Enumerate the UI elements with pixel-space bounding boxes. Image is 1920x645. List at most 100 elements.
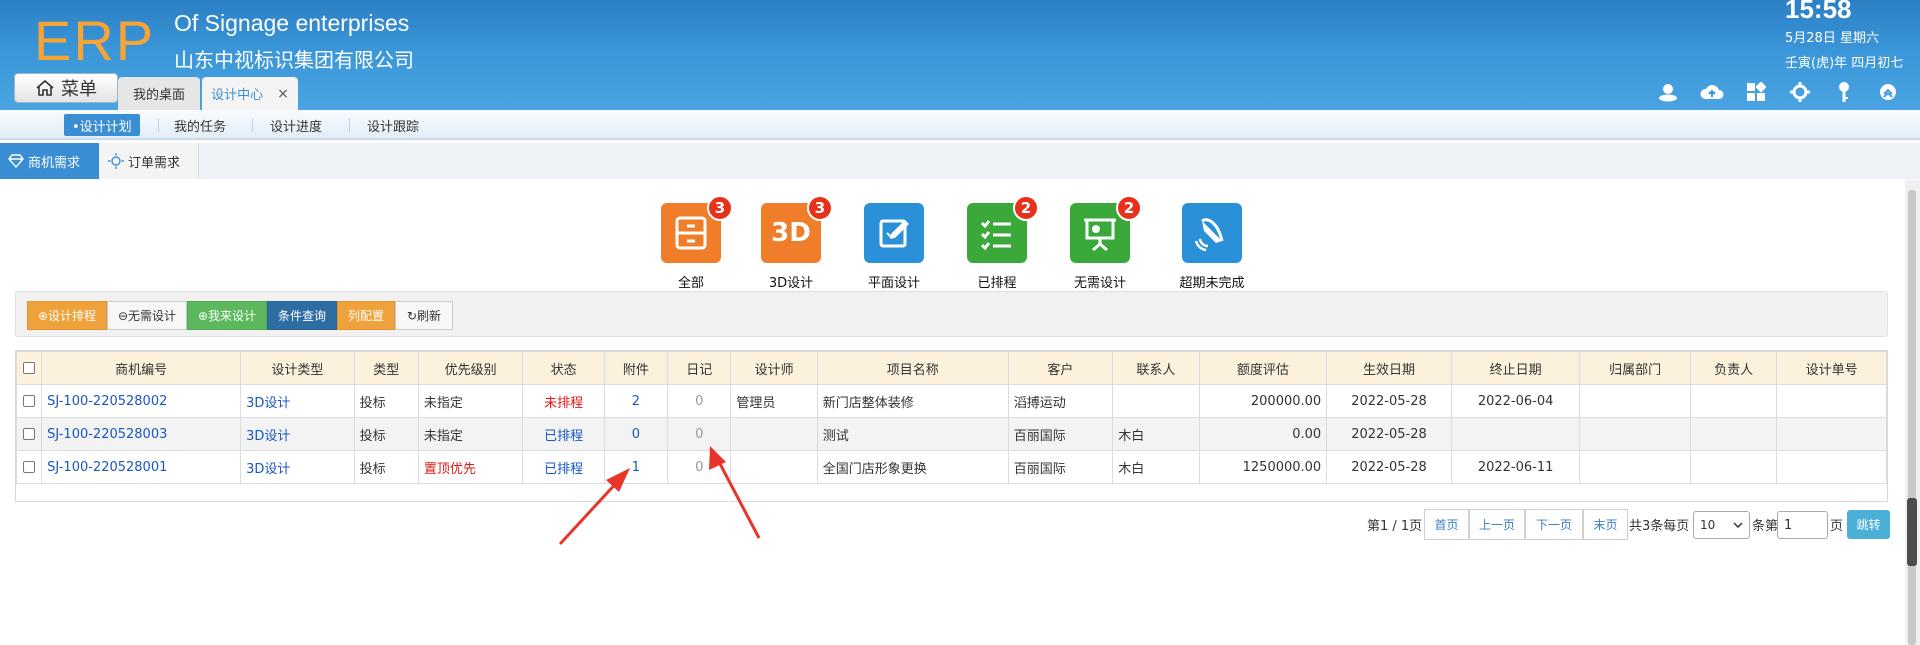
opportunity-id-link[interactable]: SJ-100-220528001 bbox=[41, 450, 242, 484]
project-name-cell: 测试 bbox=[816, 417, 1009, 451]
column-header[interactable]: 客户 bbox=[1007, 351, 1114, 385]
opportunity-table: 商机编号 设计类型 类型 优先级别 状态 附件 日记 设计师 项目名称 客户 联… bbox=[15, 351, 1887, 484]
column-header[interactable]: 设计类型 bbox=[240, 351, 355, 385]
row-select-cell[interactable] bbox=[15, 450, 43, 484]
column-header[interactable]: 额度评估 bbox=[1198, 351, 1328, 385]
tab-order-demand[interactable]: 订单需求 bbox=[100, 143, 199, 179]
opportunity-id-link[interactable]: SJ-100-220528003 bbox=[41, 417, 242, 451]
prev-page-button[interactable]: 上一页 bbox=[1469, 509, 1525, 540]
checklist-icon: 2 bbox=[967, 195, 1039, 263]
row-select-cell[interactable] bbox=[15, 417, 43, 451]
tile-flat-design[interactable]: 平面设计 bbox=[839, 203, 949, 291]
erp-logo: ERP bbox=[34, 9, 156, 72]
gear-icon[interactable] bbox=[1788, 80, 1812, 104]
column-header[interactable]: 状态 bbox=[522, 351, 605, 385]
table-row[interactable]: SJ-100-220528003 3D设计 投标 未指定 已排程 0 0 测试 … bbox=[15, 417, 1887, 451]
select-all-checkbox[interactable] bbox=[23, 362, 36, 374]
jump-button[interactable]: 跳转 bbox=[1847, 510, 1890, 539]
goto-prefix-label: 条第 bbox=[1752, 519, 1779, 534]
scrollbar-grip[interactable] bbox=[1907, 498, 1917, 566]
column-header[interactable]: 设计师 bbox=[730, 351, 818, 385]
customer-cell: 百丽国际 bbox=[1007, 417, 1114, 451]
tab-opportunity-demand[interactable]: 商机需求 bbox=[0, 143, 99, 179]
tile-no-design-needed[interactable]: 2 无需设计 bbox=[1045, 195, 1155, 291]
column-header[interactable]: 商机编号 bbox=[41, 351, 242, 385]
cloud-icon[interactable] bbox=[1700, 80, 1724, 104]
chevron-down-icon bbox=[1733, 522, 1743, 528]
collapse-icon[interactable] bbox=[1876, 80, 1900, 104]
column-header[interactable]: 日记 bbox=[667, 351, 732, 385]
diary-count-link[interactable]: 0 bbox=[667, 417, 732, 451]
design-type-cell: 3D设计 bbox=[240, 384, 355, 418]
schedule-design-button[interactable]: ⊕ 设计排程 bbox=[27, 301, 107, 330]
diary-count-link[interactable]: 0 bbox=[667, 450, 732, 484]
apps-icon[interactable] bbox=[1744, 80, 1768, 104]
refresh-icon: ↻ bbox=[406, 308, 418, 323]
subnav-design-progress[interactable]: 设计进度 bbox=[270, 114, 322, 136]
last-page-button[interactable]: 末页 bbox=[1583, 509, 1628, 540]
subnav-my-tasks[interactable]: 我的任务 bbox=[174, 114, 226, 136]
design-no-cell bbox=[1776, 417, 1887, 451]
column-header[interactable]: 生效日期 bbox=[1326, 351, 1452, 385]
column-config-button[interactable]: 列配置 bbox=[337, 301, 395, 330]
department-cell bbox=[1579, 417, 1691, 451]
tile-all[interactable]: 3 全部 bbox=[636, 195, 746, 291]
column-header[interactable]: 终止日期 bbox=[1450, 351, 1581, 385]
table-row[interactable]: SJ-100-220528001 3D设计 投标 置顶优先 已排程 1 0 全国… bbox=[15, 450, 1887, 484]
3d-glyph: 3D bbox=[771, 218, 811, 248]
opportunity-id-link[interactable]: SJ-100-220528002 bbox=[41, 384, 242, 418]
column-header[interactable]: 附件 bbox=[603, 351, 669, 385]
select-all-cell[interactable] bbox=[15, 351, 43, 385]
column-header[interactable]: 设计单号 bbox=[1776, 351, 1887, 385]
row-checkbox[interactable] bbox=[23, 461, 36, 473]
key-icon[interactable] bbox=[1832, 80, 1856, 104]
tab-my-desktop[interactable]: 我的桌面 bbox=[118, 77, 200, 110]
department-cell bbox=[1579, 450, 1691, 484]
header-toolbar bbox=[1656, 80, 1900, 104]
row-checkbox[interactable] bbox=[23, 395, 36, 407]
goto-page-input[interactable]: 1 bbox=[1777, 511, 1828, 539]
row-checkbox[interactable] bbox=[23, 428, 36, 440]
tile-overdue[interactable]: 超期未完成 bbox=[1157, 203, 1267, 291]
column-header[interactable]: 类型 bbox=[353, 351, 419, 385]
column-header[interactable]: 归属部门 bbox=[1579, 351, 1691, 385]
status-cell: 已排程 bbox=[522, 450, 605, 484]
column-header[interactable]: 联系人 bbox=[1112, 351, 1200, 385]
main-menu-button[interactable]: 菜单 bbox=[14, 73, 118, 103]
first-page-button[interactable]: 首页 bbox=[1424, 509, 1469, 540]
lunar-date: 壬寅(虎)年 四月初七 bbox=[1785, 56, 1904, 71]
tile-3d-design[interactable]: 3D 3 3D设计 bbox=[736, 195, 846, 291]
home-icon bbox=[36, 79, 54, 96]
close-icon[interactable]: × bbox=[277, 86, 289, 102]
column-header[interactable]: 优先级别 bbox=[417, 351, 524, 385]
user-icon[interactable] bbox=[1656, 80, 1680, 104]
refresh-button[interactable]: ↻ 刷新 bbox=[395, 301, 453, 330]
i-design-button[interactable]: ⊕ 我来设计 bbox=[187, 301, 267, 330]
count-badge: 2 bbox=[1013, 195, 1039, 221]
attachment-count-link[interactable]: 1 bbox=[603, 450, 669, 484]
page-size-select[interactable]: 10 bbox=[1693, 511, 1750, 539]
subnav-design-tracking[interactable]: 设计跟踪 bbox=[367, 114, 419, 136]
contact-cell: 木白 bbox=[1112, 450, 1200, 484]
row-select-cell[interactable] bbox=[15, 384, 43, 418]
type-cell: 投标 bbox=[353, 384, 419, 418]
next-page-button[interactable]: 下一页 bbox=[1525, 509, 1583, 540]
diary-count-link[interactable]: 0 bbox=[667, 384, 732, 418]
condition-query-button[interactable]: 条件查询 bbox=[267, 301, 337, 330]
owner-cell bbox=[1689, 384, 1778, 418]
column-header[interactable]: 负责人 bbox=[1689, 351, 1778, 385]
priority-cell: 置顶优先 bbox=[417, 450, 524, 484]
column-header[interactable]: 项目名称 bbox=[816, 351, 1009, 385]
start-date-cell: 2022-05-28 bbox=[1326, 384, 1452, 418]
total-records-label: 共3条每页 bbox=[1629, 519, 1690, 534]
table-row[interactable]: SJ-100-220528002 3D设计 投标 未指定 未排程 2 0 管理员… bbox=[15, 384, 1887, 418]
contact-cell bbox=[1112, 384, 1200, 418]
attachment-count-link[interactable]: 0 bbox=[603, 417, 669, 451]
tab-design-center[interactable]: 设计中心 × bbox=[202, 77, 298, 110]
attachment-count-link[interactable]: 2 bbox=[603, 384, 669, 418]
subnav-design-plan[interactable]: •设计计划 bbox=[64, 114, 140, 136]
no-design-button[interactable]: ⊖ 无需设计 bbox=[107, 301, 187, 330]
tile-no-design-needed-label: 无需设计 bbox=[1073, 276, 1126, 291]
scrollbar-thumb[interactable] bbox=[1908, 190, 1916, 645]
tile-scheduled[interactable]: 2 已排程 bbox=[942, 195, 1052, 291]
